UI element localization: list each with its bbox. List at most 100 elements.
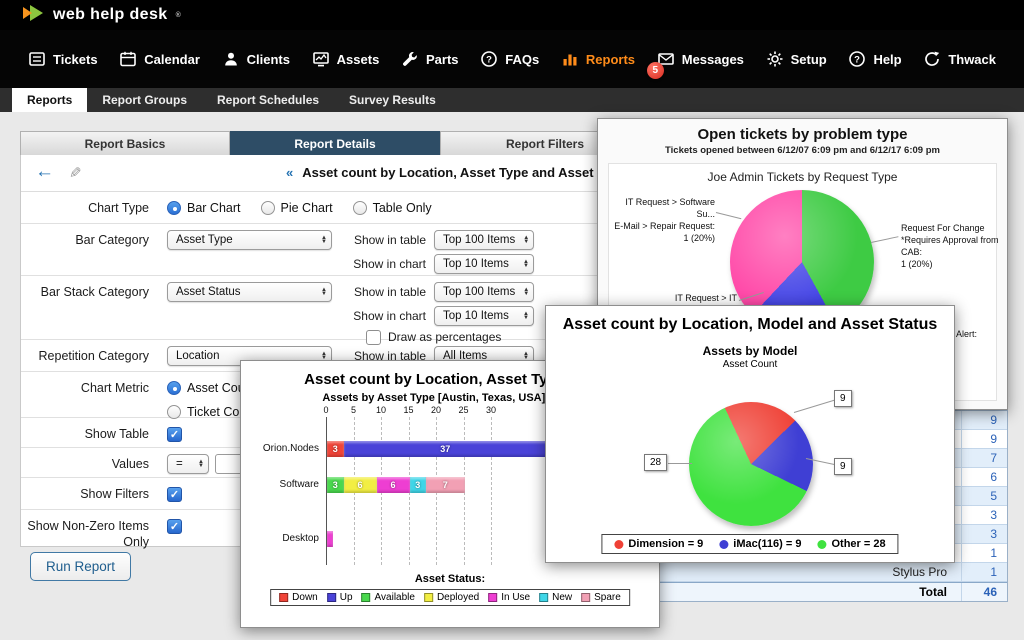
legend-dot [817, 539, 827, 549]
legend-swatch [488, 593, 498, 602]
pie-slice-label: Alert: [956, 329, 978, 339]
legend-swatch [539, 593, 549, 602]
bar-stack-category-select[interactable]: Asset Status ▲ ▼ [167, 282, 332, 302]
nav-item-tickets[interactable]: Tickets [28, 50, 98, 68]
faqs-icon: ? [480, 50, 498, 68]
bar-stack-table-limit-select[interactable]: Top 100 Items ▲ ▼ [434, 282, 534, 302]
subtab-survey-results[interactable]: Survey Results [334, 88, 451, 112]
radio-label-pie-chart: Pie Chart [280, 201, 333, 215]
nav-item-faqs[interactable]: ? FAQs [480, 50, 539, 68]
subtab-report-schedules[interactable]: Report Schedules [202, 88, 334, 112]
window-subtitle: Tickets opened between 6/12/07 6:09 pm a… [665, 145, 940, 156]
show-nonzero-checkbox[interactable] [167, 518, 182, 534]
bar-category-table-limit-select[interactable]: Top 100 Items ▲ ▼ [434, 230, 534, 250]
pie-slice-label: Request For Change *Requires Approval fr… [901, 223, 999, 270]
axis-tick-label: 0 [323, 405, 329, 415]
tab-report-basics[interactable]: Report Basics [20, 131, 230, 155]
app-logo-text: web help desk [53, 6, 168, 23]
subtab-report-groups[interactable]: Report Groups [87, 88, 202, 112]
axis-tick-label: 25 [458, 405, 469, 415]
legend-label: Deployed [436, 592, 480, 603]
gear-icon [766, 50, 784, 68]
select-arrows-icon: ▲ ▼ [523, 310, 529, 321]
radio-pie-chart[interactable] [260, 201, 275, 215]
show-in-chart-label: Show in chart [353, 309, 426, 323]
radio-table-only[interactable] [352, 201, 367, 215]
bar-category-select[interactable]: Asset Type ▲ ▼ [167, 230, 332, 250]
bar-segment: 7 [426, 477, 465, 493]
values-operator-select[interactable]: = ▲ ▼ [167, 454, 209, 474]
pie-value-callout: 9 [834, 390, 852, 407]
form-header: ← ✎ « Asset count by Location, Asset Type… [21, 155, 649, 192]
nav-item-help[interactable]: ? Help [848, 50, 902, 68]
callout-line [715, 212, 742, 220]
calendar-icon [119, 50, 137, 68]
show-table-label: Show Table [84, 427, 149, 441]
nav-item-reports[interactable]: Reports [561, 50, 635, 68]
chart-title: Assets by Model [702, 344, 798, 358]
parts-icon [401, 50, 419, 68]
bar-segment: 3 [409, 477, 426, 493]
radio-asset-count[interactable] [167, 381, 181, 395]
radio-ticket-count[interactable] [167, 405, 181, 419]
legend-label: Down [292, 592, 318, 603]
callout-line [668, 463, 692, 464]
show-table-checkbox[interactable] [167, 426, 182, 442]
legend-label: Spare [594, 592, 621, 603]
top-bar: web help desk ® [0, 0, 1024, 30]
pie-chart-legend: Dimension = 9 iMac(116) = 9 Other = 28 [601, 534, 899, 554]
repetition-category-label: Repetition Category [38, 349, 149, 363]
bar-stack-category-label: Bar Stack Category [40, 285, 149, 299]
nav-item-messages[interactable]: 5 Messages [646, 50, 744, 79]
edit-pencil-icon[interactable]: ✎ [69, 164, 82, 182]
legend-label: Available [374, 592, 415, 603]
nav-item-clients[interactable]: Clients [222, 50, 290, 68]
legend-swatch [361, 593, 371, 602]
nav-item-parts[interactable]: Parts [401, 50, 459, 68]
bar-segment: 3 [327, 441, 344, 457]
pie-value-callout: 28 [644, 454, 668, 471]
bar-segment: 3 [327, 477, 344, 493]
legend-label: Dimension = 9 [628, 538, 704, 550]
tab-report-details[interactable]: Report Details [230, 131, 440, 155]
legend-dot [614, 539, 624, 549]
assets-icon [312, 50, 330, 68]
nav-label: Assets [336, 51, 380, 67]
help-icon: ? [848, 50, 866, 68]
radio-bar-chart[interactable] [167, 201, 181, 215]
collapse-chevron-icon[interactable]: « [286, 165, 293, 180]
nav-item-setup[interactable]: Setup [766, 50, 827, 68]
bar-category-chart-limit-select[interactable]: Top 10 Items ▲ ▼ [434, 254, 534, 274]
window-asset-model-report[interactable]: Asset count by Location, Model and Asset… [545, 305, 955, 563]
nav-label: Clients [246, 51, 290, 67]
table-row: Stylus Pro 1 [656, 563, 1007, 582]
bar-stack-chart-limit-select[interactable]: Top 10 Items ▲ ▼ [434, 306, 534, 326]
nav-label: Parts [426, 51, 459, 67]
logo-chevrons-icon [22, 4, 46, 27]
select-arrows-icon: ▲ ▼ [321, 234, 327, 245]
nav-item-assets[interactable]: Assets [312, 50, 380, 68]
report-title: « Asset count by Location, Asset Type and… [286, 165, 617, 180]
legend-swatch [581, 593, 591, 602]
bar-segment: 6 [376, 477, 410, 493]
select-arrows-icon: ▲ ▼ [321, 286, 327, 297]
select-value: Top 10 Items [443, 310, 509, 322]
pie-slice-label: IT Request > Software Su... E-Mail > Rep… [614, 197, 715, 244]
run-report-button[interactable]: Run Report [30, 552, 132, 581]
nav-item-calendar[interactable]: Calendar [119, 50, 200, 68]
main-nav: Tickets Calendar Clients Assets Parts ? … [0, 30, 1024, 88]
nav-item-thwack[interactable]: Thwack [923, 50, 996, 68]
subtab-reports[interactable]: Reports [12, 88, 88, 112]
radio-label-bar-chart: Bar Chart [187, 201, 241, 215]
chart-metric-label: Chart Metric [80, 381, 149, 395]
category-label: Desktop [282, 533, 319, 544]
nav-label: Help [873, 51, 902, 67]
axis-tick-label: 30 [485, 405, 496, 415]
legend-dot [719, 539, 729, 549]
back-icon[interactable]: ← [35, 161, 54, 183]
legend-swatch [423, 593, 433, 602]
show-filters-checkbox[interactable] [167, 486, 182, 502]
callout-line [793, 399, 835, 413]
category-label: Orion.Nodes [262, 443, 319, 454]
legend-label: Up [339, 592, 353, 603]
